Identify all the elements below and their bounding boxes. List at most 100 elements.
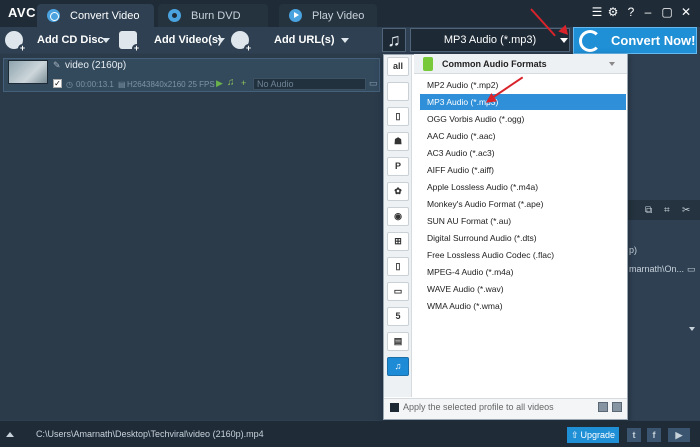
- chevron-down-icon[interactable]: [689, 327, 695, 331]
- file-name: video (2160p): [65, 60, 127, 71]
- disc-icon: [168, 9, 181, 22]
- crop-icon[interactable]: ⌗: [664, 205, 670, 216]
- format-option[interactable]: Free Lossless Audio Codec (.flac): [420, 247, 627, 263]
- convert-now-button[interactable]: Convert Now!: [573, 27, 697, 54]
- music-note-icon[interactable]: ♫: [382, 28, 406, 52]
- chevron-down-icon[interactable]: [341, 38, 349, 43]
- maximize-icon[interactable]: ▢: [660, 5, 674, 19]
- video-thumbnail: [8, 60, 48, 84]
- format-group-header[interactable]: Common Audio Formats: [414, 54, 627, 74]
- android-icon[interactable]: ☗: [387, 132, 409, 151]
- upgrade-label: Upgrade: [580, 430, 615, 440]
- video-icon[interactable]: ▤: [387, 332, 409, 351]
- xbox-icon[interactable]: ◉: [387, 207, 409, 226]
- chevron-up-icon[interactable]: [6, 432, 14, 437]
- phone-icon[interactable]: ▯: [387, 257, 409, 276]
- film-icon: [119, 30, 141, 53]
- add-cd-label: Add CD Disc: [37, 33, 104, 46]
- output-settings-panel: [627, 54, 700, 420]
- add-urls-button[interactable]: Add URL(s): [231, 29, 335, 53]
- format-option-selected[interactable]: MP3 Audio (*.mp3): [420, 94, 626, 110]
- output-file-path: C:\Users\Amarnath\Desktop\Techviral\vide…: [36, 429, 264, 439]
- category-all-icon[interactable]: all: [387, 57, 409, 76]
- add-url-label: Add URL(s): [274, 33, 335, 46]
- windows-icon[interactable]: ⊞: [387, 232, 409, 251]
- tab-label: Burn DVD: [191, 9, 241, 22]
- add-video-label: Add Video(s): [154, 33, 222, 46]
- panel-text: p): [629, 245, 638, 255]
- format-option[interactable]: OGG Vorbis Audio (*.ogg): [420, 111, 627, 127]
- tab-label: Convert Video: [70, 9, 140, 22]
- file-list: [0, 54, 380, 420]
- file-duration: 00:00:13.1: [76, 80, 114, 89]
- youtube-icon[interactable]: ▶: [668, 428, 690, 442]
- cd-icon: [5, 30, 27, 53]
- tools-icon[interactable]: ✂: [682, 205, 690, 216]
- apply-all-checkbox[interactable]: [390, 403, 399, 412]
- clock-icon: ◷: [66, 80, 73, 89]
- file-checkbox[interactable]: ✓: [53, 79, 62, 88]
- list-icon[interactable]: ☰: [590, 5, 604, 19]
- file-codec: H264: [127, 80, 147, 89]
- music-icon: ♫: [227, 77, 235, 88]
- add-cd-disc-button[interactable]: Add CD Disc: [5, 29, 104, 53]
- format-option[interactable]: Monkey's Audio Format (*.ape): [420, 196, 627, 212]
- audio-icon[interactable]: ♫: [387, 357, 409, 376]
- audio-file-icon: [423, 56, 433, 71]
- format-option[interactable]: AIFF Audio (*.aiff): [420, 162, 627, 178]
- globe-icon: [231, 30, 253, 53]
- chevron-down-icon[interactable]: [217, 38, 225, 43]
- tv-icon[interactable]: ▭: [387, 282, 409, 301]
- tab-convert-video[interactable]: Convert Video: [37, 4, 154, 27]
- pencil-icon[interactable]: ✎: [53, 60, 61, 71]
- chevron-down-icon[interactable]: [560, 38, 568, 43]
- html5-icon[interactable]: 5: [387, 307, 409, 326]
- tablet-icon[interactable]: ▯: [387, 107, 409, 126]
- arrow-up-icon: ⇧: [571, 430, 579, 440]
- format-group-title: Common Audio Formats: [442, 58, 547, 69]
- output-profile-select[interactable]: MP3 Audio (*.mp3): [410, 28, 570, 52]
- format-option[interactable]: MPEG-4 Audio (*.m4a): [420, 264, 627, 280]
- film-icon: ▤: [118, 80, 126, 89]
- file-fps: 25 FPS: [188, 80, 215, 89]
- playstation-icon[interactable]: P: [387, 157, 409, 176]
- format-option[interactable]: SUN AU Format (*.au): [420, 213, 627, 229]
- minimize-icon[interactable]: –: [641, 5, 655, 19]
- tab-burn-dvd[interactable]: Burn DVD: [158, 4, 268, 27]
- file-resolution: 3840x2160: [146, 80, 186, 89]
- apple-icon[interactable]: [387, 82, 409, 101]
- window-icon[interactable]: ⧉: [645, 205, 652, 216]
- app-logo: AVC: [8, 5, 36, 20]
- facebook-icon[interactable]: f: [647, 428, 661, 442]
- format-option[interactable]: WAVE Audio (*.wav): [420, 281, 627, 297]
- convert-icon: [47, 9, 60, 22]
- output-path-text: marnath\On...: [629, 264, 685, 274]
- format-option[interactable]: WMA Audio (*.wma): [420, 298, 627, 314]
- add-videos-button[interactable]: Add Video(s): [119, 29, 222, 53]
- help-icon[interactable]: ?: [624, 5, 638, 19]
- chevron-down-icon[interactable]: [102, 38, 110, 43]
- tab-play-video[interactable]: Play Video: [279, 4, 377, 27]
- twitter-icon[interactable]: t: [627, 428, 641, 442]
- audio-track-select[interactable]: No Audio: [253, 78, 366, 90]
- play-icon: [289, 9, 302, 22]
- gear-icon[interactable]: ⚙: [606, 5, 620, 19]
- subtitle-icon[interactable]: ▭: [369, 78, 378, 89]
- apply-all-label: Apply the selected profile to all videos: [403, 402, 554, 412]
- format-option[interactable]: AAC Audio (*.aac): [420, 128, 627, 144]
- tab-label: Play Video: [312, 9, 365, 22]
- close-icon[interactable]: ✕: [679, 5, 693, 19]
- huawei-icon[interactable]: ✿: [387, 182, 409, 201]
- profile-value: MP3 Audio (*.mp3): [443, 34, 537, 46]
- upgrade-button[interactable]: ⇧ Upgrade: [567, 427, 619, 443]
- chevron-down-icon: [609, 62, 615, 66]
- edit-profile-icon[interactable]: [612, 402, 622, 412]
- play-icon[interactable]: ▶: [216, 78, 223, 89]
- add-audio-icon[interactable]: +: [241, 78, 246, 88]
- format-option[interactable]: Digital Surround Audio (*.dts): [420, 230, 627, 246]
- format-option[interactable]: AC3 Audio (*.ac3): [420, 145, 627, 161]
- format-option[interactable]: MP2 Audio (*.mp2): [420, 77, 627, 93]
- add-profile-icon[interactable]: [598, 402, 608, 412]
- format-option[interactable]: Apple Lossless Audio (*.m4a): [420, 179, 627, 195]
- folder-icon[interactable]: ▭: [687, 264, 696, 275]
